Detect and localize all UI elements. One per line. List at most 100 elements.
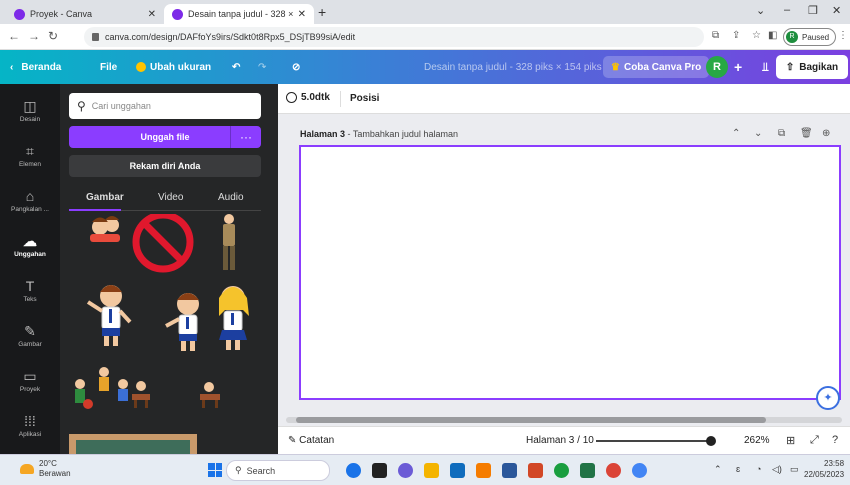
rail-item-brand[interactable]: ⌂ Pangkalan ... <box>0 178 60 222</box>
close-window-icon[interactable]: ✕ <box>832 4 841 17</box>
wifi-icon[interactable]: ◔ <box>756 464 761 474</box>
excel-app-icon[interactable] <box>580 463 595 478</box>
upload-more-options-icon[interactable]: ··· <box>230 126 261 148</box>
widgets-app-icon[interactable] <box>346 463 361 478</box>
minimize-window-icon[interactable]: – <box>784 4 790 16</box>
delete-page-icon[interactable]: 🗑 <box>800 128 813 139</box>
tab-audio[interactable]: Audio <box>218 192 244 203</box>
tab-images[interactable]: Gambar <box>86 192 124 203</box>
edge-app-icon[interactable] <box>554 463 569 478</box>
close-tab-icon[interactable]: ✕ <box>298 9 306 20</box>
uploaded-image-classroom-kids[interactable] <box>75 367 150 409</box>
resize-button[interactable]: Ubah ukuran <box>136 50 211 84</box>
insights-chart-icon[interactable]: ⫫ <box>762 50 769 84</box>
powerpoint-app-icon[interactable] <box>528 463 543 478</box>
duration-button[interactable]: 5.0dtk <box>286 92 330 103</box>
page-header[interactable]: Halaman 3 - Tambahkan judul halaman <box>300 129 458 139</box>
notes-button[interactable]: ✎ Catatan <box>288 435 334 446</box>
back-arrow-icon[interactable]: ← <box>8 29 20 43</box>
windows-start-icon[interactable] <box>208 463 222 477</box>
browser-tab-design[interactable]: Desain tanpa judul - 328 × 154p ✕ <box>164 4 314 24</box>
share-page-icon[interactable]: ⇪ <box>732 30 740 41</box>
uploaded-image-classroom-board[interactable] <box>69 434 197 454</box>
browser-menu-icon[interactable]: ⋮ <box>838 30 848 41</box>
new-tab-icon[interactable]: + <box>318 4 326 20</box>
uploaded-image-prohibition-sign[interactable] <box>132 214 194 273</box>
fullscreen-icon[interactable]: ⤢ <box>810 434 819 447</box>
duplicate-page-icon[interactable]: ⧉ <box>778 128 785 139</box>
reload-icon[interactable]: ↻ <box>48 29 58 43</box>
bookmark-star-icon[interactable]: ☆ <box>752 30 761 41</box>
translate-icon[interactable]: ⧉ <box>712 30 719 41</box>
editor-footer: ✎ Catatan Halaman 3 / 10 262% ⊞ ⤢ ? <box>278 426 850 454</box>
store-app-icon[interactable] <box>450 463 465 478</box>
zoom-slider[interactable] <box>596 440 712 442</box>
save-status-button[interactable]: ⊘ <box>292 50 300 84</box>
forward-arrow-icon[interactable]: → <box>28 29 40 43</box>
scrollbar-thumb[interactable] <box>296 417 766 423</box>
file-explorer-icon[interactable] <box>424 463 439 478</box>
search-input[interactable]: ⚲ Cari unggahan <box>69 93 261 119</box>
weather-widget[interactable]: 20°C Berawan <box>20 459 71 479</box>
home-button[interactable]: ‹ Beranda <box>10 50 61 84</box>
uploaded-image-student-boy-2[interactable] <box>165 293 199 351</box>
cloud-upload-icon: ☁ <box>23 232 37 249</box>
design-title[interactable]: Desain tanpa judul - 328 piks × 154 piks <box>424 50 602 84</box>
sidepanel-icon[interactable]: ◧ <box>768 30 777 41</box>
rail-item-uploads[interactable]: ☁ Unggahan <box>0 223 60 267</box>
battery-icon[interactable]: ▭ <box>790 464 799 475</box>
try-pro-button[interactable]: ♛ Coba Canva Pro <box>603 56 710 78</box>
undo-button[interactable]: ↶ <box>232 50 240 84</box>
user-avatar[interactable]: R <box>706 56 728 78</box>
rail-item-projects[interactable]: ▭ Proyek <box>0 358 60 402</box>
tab-search-chevron-icon[interactable]: ⌄ <box>756 4 765 17</box>
help-icon[interactable]: ? <box>832 434 838 446</box>
rail-item-draw[interactable]: ✎ Gambar <box>0 313 60 357</box>
tray-chevron-icon[interactable]: ⌃ <box>714 464 722 475</box>
chevron-up-icon[interactable]: ⌃ <box>732 128 740 139</box>
browser-tab-proyek[interactable]: Proyek - Canva ✕ <box>6 4 164 24</box>
rail-item-design[interactable]: ◫ Desain <box>0 88 60 132</box>
close-tab-icon[interactable]: ✕ <box>148 9 156 20</box>
language-icon[interactable]: ɛ <box>736 464 740 474</box>
uploaded-image-student-girl[interactable] <box>219 286 249 350</box>
url-field[interactable]: canva.com/design/DAFfoYs9irs/Sdkt0t8Rpx5… <box>84 27 704 47</box>
try-pro-label: Coba Canva Pro <box>623 61 702 73</box>
taskbar-search[interactable]: ⚲ Search <box>226 460 330 481</box>
uploaded-image-kids-small[interactable] <box>90 216 120 242</box>
teams-app-icon[interactable] <box>398 463 413 478</box>
uploaded-image-student-boy[interactable] <box>86 285 132 346</box>
task-view-icon[interactable] <box>372 463 387 478</box>
chrome-app-icon[interactable] <box>606 463 621 478</box>
zoom-level[interactable]: 262% <box>744 435 770 446</box>
rail-item-text[interactable]: T Teks <box>0 268 60 312</box>
system-clock[interactable]: 23:58 22/05/2023 <box>804 458 844 480</box>
chrome-profile-app-icon[interactable] <box>632 463 647 478</box>
add-collaborator-icon[interactable]: + <box>734 50 742 84</box>
grid-view-icon[interactable]: ⊞ <box>786 434 795 447</box>
redo-button[interactable]: ↷ <box>258 50 266 84</box>
zoom-slider-handle[interactable] <box>706 436 716 446</box>
restore-window-icon[interactable]: ❐ <box>808 4 818 17</box>
file-menu-button[interactable]: File <box>100 50 117 84</box>
profile-paused-button[interactable]: R Paused <box>783 28 837 46</box>
tab-video[interactable]: Video <box>158 192 183 203</box>
horizontal-scrollbar[interactable] <box>286 417 842 423</box>
share-button[interactable]: ⇧ Bagikan <box>776 55 848 79</box>
cloud-sync-icon: ⊘ <box>292 61 301 73</box>
volume-icon[interactable]: ◁) <box>772 464 782 475</box>
browser-tab-strip: Proyek - Canva ✕ Desain tanpa judul - 32… <box>0 0 850 24</box>
uploaded-image-desk-kid[interactable] <box>200 382 220 408</box>
record-yourself-button[interactable]: Rekam diri Anda <box>69 155 261 177</box>
rail-item-apps[interactable]: ⁞⁞⁞ Aplikasi <box>0 403 60 447</box>
position-button[interactable]: Posisi <box>350 93 379 104</box>
page-indicator[interactable]: Halaman 3 / 10 <box>526 435 594 446</box>
chevron-down-icon[interactable]: ⌄ <box>754 128 762 139</box>
firefox-app-icon[interactable] <box>476 463 491 478</box>
add-page-icon[interactable]: ⊕ <box>822 128 830 139</box>
rail-item-elements[interactable]: ⌗ Elemen <box>0 133 60 177</box>
magic-assistant-icon[interactable]: ✦ <box>816 386 840 410</box>
word-app-icon[interactable] <box>502 463 517 478</box>
design-canvas-page[interactable] <box>299 145 841 400</box>
uploaded-image-officer[interactable] <box>223 214 235 270</box>
